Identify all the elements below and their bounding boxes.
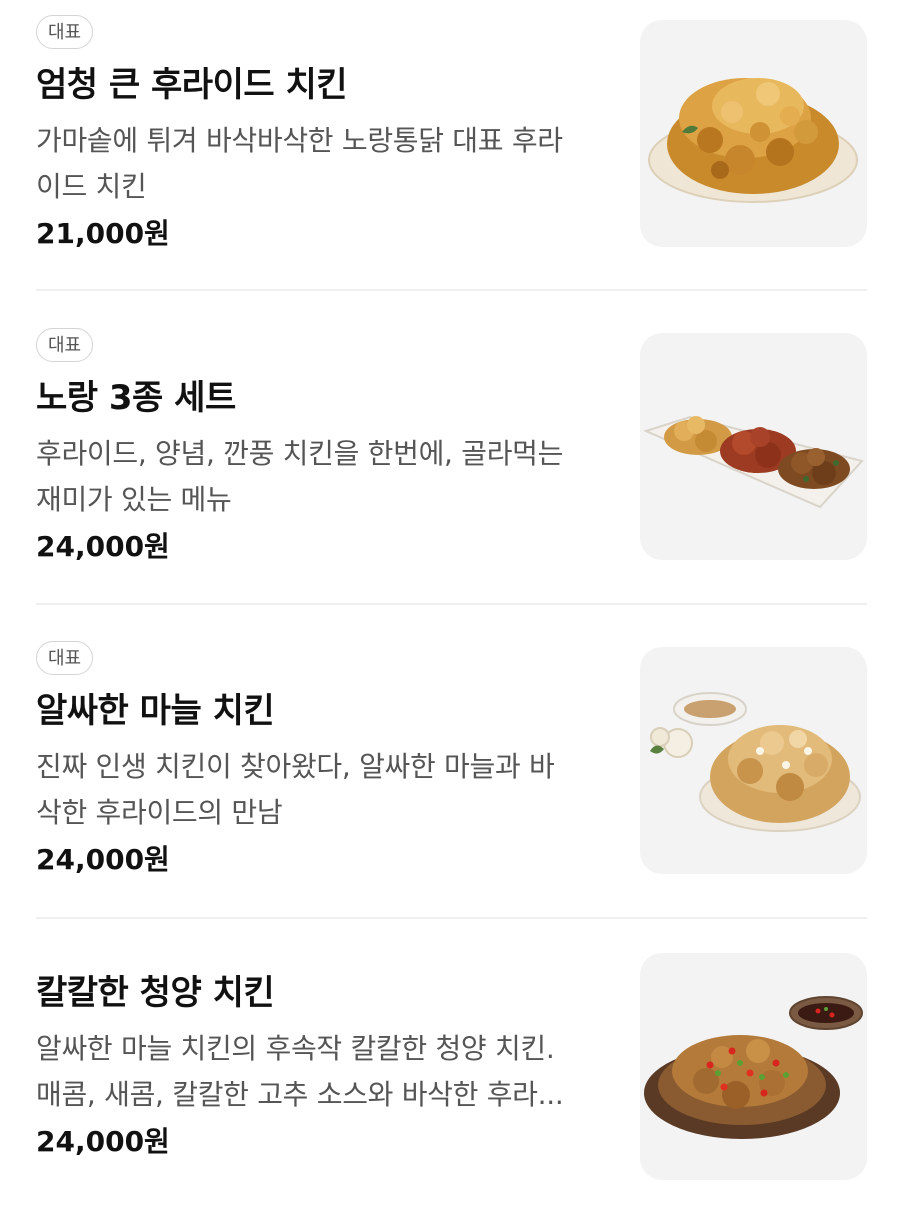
description-line: 가마솥에 튀겨 바삭바삭한 노랑통닭 대표 후라 [36, 124, 563, 157]
menu-item-text: 칼칼한 청양 치킨 알싸한 마늘 치킨의 후속작 칼칼한 청양 치킨. 매콤, … [36, 970, 611, 1162]
menu-item-three-set[interactable]: 대표 노랑 3종 세트 후라이드, 양념, 깐풍 치킨을 한번에, 골라먹는 재… [0, 290, 900, 603]
menu-item-name: 알싸한 마늘 치킨 [36, 691, 275, 731]
garlic-chicken-plate-icon [650, 692, 861, 832]
menu-item-cheongyang-chicken[interactable]: 칼칼한 청양 치킨 알싸한 마늘 치킨의 후속작 칼칼한 청양 치킨. 매콤, … [0, 918, 900, 1205]
menu-list: 대표 엄청 큰 후라이드 치킨 가마솥에 튀겨 바삭바삭한 노랑통닭 대표 후라… [0, 0, 900, 1205]
menu-item-text: 대표 알싸한 마늘 치킨 진짜 인생 치킨이 찾아왔다, 알싸한 마늘과 바 삭… [36, 641, 611, 880]
description-line: 이드 치킨 [36, 170, 147, 203]
menu-item-name: 엄청 큰 후라이드 치킨 [36, 65, 348, 105]
description-line: 후라이드, 양념, 깐풍 치킨을 한번에, 골라먹는 [36, 437, 564, 470]
menu-item-image[interactable] [640, 333, 867, 560]
spicy-pepper-chicken-plate-icon [644, 996, 863, 1139]
menu-item-name: 노랑 3종 세트 [36, 378, 236, 418]
fried-chicken-plate-icon [648, 78, 858, 203]
description-line: 매콤, 새콤, 칼칼한 고추 소스와 바삭한 후라... [36, 1078, 564, 1111]
signature-badge: 대표 [36, 328, 94, 362]
menu-item-image[interactable] [640, 647, 867, 874]
description-line: 재미가 있는 메뉴 [36, 483, 232, 516]
description-line: 알싸한 마늘 치킨의 후속작 칼칼한 청양 치킨. [36, 1032, 555, 1065]
menu-item-image[interactable] [640, 20, 867, 247]
menu-item-price: 21,000원 [36, 217, 170, 250]
menu-item-text: 대표 노랑 3종 세트 후라이드, 양념, 깐풍 치킨을 한번에, 골라먹는 재… [36, 328, 611, 567]
menu-item-price: 24,000원 [36, 1125, 170, 1158]
description-line: 삭한 후라이드의 만남 [36, 796, 283, 829]
menu-item-description: 진짜 인생 치킨이 찾아왔다, 알싸한 마늘과 바 삭한 후라이드의 만남 [36, 744, 611, 836]
menu-item-price: 24,000원 [36, 530, 170, 563]
menu-item-description: 후라이드, 양념, 깐풍 치킨을 한번에, 골라먹는 재미가 있는 메뉴 [36, 431, 611, 523]
menu-item-text: 대표 엄청 큰 후라이드 치킨 가마솥에 튀겨 바삭바삭한 노랑통닭 대표 후라… [36, 15, 611, 254]
menu-item-garlic-chicken[interactable]: 대표 알싸한 마늘 치킨 진짜 인생 치킨이 찾아왔다, 알싸한 마늘과 바 삭… [0, 604, 900, 917]
menu-item-price: 24,000원 [36, 843, 170, 876]
signature-badge: 대표 [36, 641, 94, 675]
menu-item-image[interactable] [640, 953, 867, 1180]
menu-item-description: 가마솥에 튀겨 바삭바삭한 노랑통닭 대표 후라 이드 치킨 [36, 118, 611, 210]
menu-item-fried-chicken[interactable]: 대표 엄청 큰 후라이드 치킨 가마솥에 튀겨 바삭바삭한 노랑통닭 대표 후라… [0, 0, 900, 290]
signature-badge: 대표 [36, 15, 94, 49]
menu-item-name: 칼칼한 청양 치킨 [36, 973, 275, 1013]
three-chicken-set-tray-icon [643, 415, 864, 509]
menu-item-description: 알싸한 마늘 치킨의 후속작 칼칼한 청양 치킨. 매콤, 새콤, 칼칼한 고추… [36, 1026, 611, 1118]
description-line: 진짜 인생 치킨이 찾아왔다, 알싸한 마늘과 바 [36, 750, 555, 783]
